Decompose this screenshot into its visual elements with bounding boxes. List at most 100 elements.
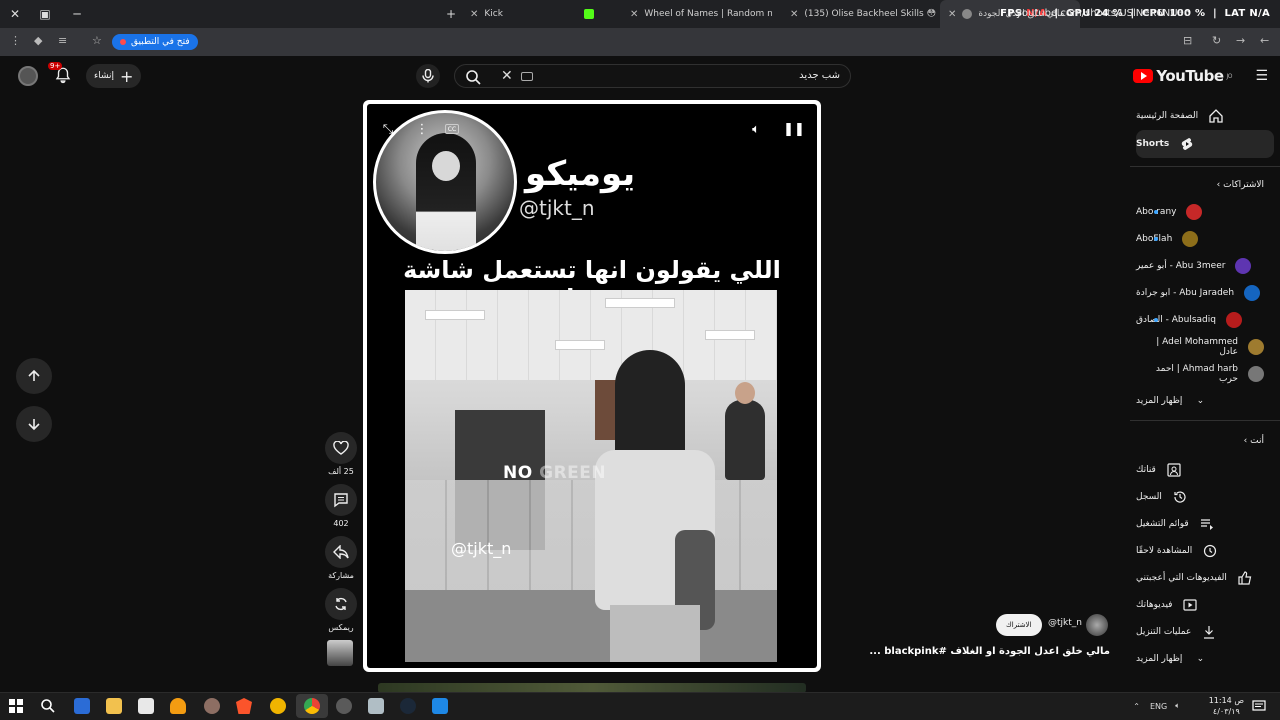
tab-search-icon[interactable]: ▣	[30, 0, 60, 28]
comments-button[interactable]: 402	[324, 484, 358, 528]
sidebar-item-watch-later[interactable]: المشاهدة لاحقًا	[1136, 537, 1274, 565]
chrome-icon[interactable]	[304, 698, 320, 714]
install-icon[interactable]: ⊟	[1183, 34, 1192, 47]
language-indicator[interactable]: ENG	[1150, 702, 1167, 711]
like-circle[interactable]	[325, 432, 357, 464]
file-explorer-icon[interactable]	[106, 698, 122, 714]
account-avatar[interactable]	[18, 66, 38, 86]
app-icon[interactable]	[368, 698, 384, 714]
remix-circle[interactable]	[325, 588, 357, 620]
steam-icon[interactable]	[400, 698, 416, 714]
volume-icon[interactable]: 🔈︎	[747, 120, 765, 138]
previous-short-button[interactable]	[16, 358, 52, 394]
clock[interactable]: 11:14 ص ٤/٠٣/١٩	[1209, 695, 1244, 717]
captions-icon[interactable]: CC	[445, 124, 459, 134]
close-window-icon[interactable]: ✕	[0, 0, 30, 28]
bookmark-star-icon[interactable]: ☆	[92, 34, 102, 47]
tab-kick[interactable]: ✕ Kick	[462, 0, 602, 28]
minimize-icon[interactable]: ─	[62, 0, 92, 28]
more-options-icon[interactable]: ⋮	[413, 120, 431, 138]
keyboard-icon[interactable]	[521, 72, 533, 81]
guide-menu-icon[interactable]: ☰	[1255, 68, 1268, 84]
you-heading[interactable]: أنت ›	[1244, 436, 1264, 446]
windows-start-icon[interactable]	[8, 698, 24, 714]
search-icon[interactable]	[465, 69, 483, 85]
search-input[interactable]: شب جديد	[799, 70, 840, 81]
subscriptions-heading[interactable]: الاشتراكات ›	[1217, 180, 1264, 190]
youtube-logo[interactable]: YouTube JO	[1133, 67, 1232, 85]
next-short-button[interactable]	[16, 406, 52, 442]
subscription-item[interactable]: AboFlah	[1136, 225, 1274, 253]
app-icon[interactable]	[204, 698, 220, 714]
notifications-tray-icon[interactable]	[1252, 698, 1268, 714]
tab-wheel-of-names[interactable]: ✕ Wheel of Names | Random nam	[622, 0, 772, 28]
app-icon[interactable]	[170, 698, 186, 714]
tab-close-icon[interactable]: ✕	[630, 9, 638, 20]
store-icon[interactable]	[138, 698, 154, 714]
app-icon[interactable]	[74, 698, 90, 714]
subscription-item[interactable]: Adel Mohammed | عادل	[1136, 333, 1274, 361]
share-circle[interactable]	[325, 536, 357, 568]
create-label: إنشاء	[94, 71, 115, 81]
sidebar-item-label: الصفحة الرئيسية	[1136, 111, 1199, 121]
voice-search-button[interactable]	[416, 64, 440, 88]
sidebar-item-label: السجل	[1136, 492, 1162, 502]
forward-icon[interactable]: →	[1236, 34, 1245, 47]
tab-close-icon[interactable]: ✕	[948, 9, 956, 20]
youtube-play-icon	[1133, 69, 1154, 83]
app-icon[interactable]	[432, 698, 448, 714]
app-icon[interactable]	[336, 698, 352, 714]
arrow-up-icon	[28, 369, 40, 381]
volume-tray-icon[interactable]: 🔈︎	[1175, 701, 1180, 711]
remix-button[interactable]: ريمكس	[324, 588, 358, 632]
show-more-subscriptions[interactable]: ⌄ إظهار المزيد	[1136, 387, 1274, 415]
search-box[interactable]: ✕ شب جديد	[454, 64, 851, 88]
channel-avatar[interactable]	[1086, 614, 1108, 636]
pause-icon[interactable]: ❚❚	[783, 120, 805, 138]
subscription-item[interactable]: Abulsadiq - الصادق	[1136, 306, 1274, 334]
sidebar-item-label: Shorts	[1136, 139, 1170, 149]
overlay-text: NO GREEN	[503, 463, 606, 483]
clear-search-icon[interactable]: ✕	[501, 68, 513, 84]
fullscreen-icon[interactable]: ⤡	[379, 120, 397, 138]
shorts-player[interactable]: ⤡ ⋮ CC 🔈︎ ❚❚ يوميكو @tjkt_n اللي يقولون …	[363, 100, 821, 672]
app-icon[interactable]	[270, 698, 286, 714]
notifications-button[interactable]: 9+	[48, 62, 72, 84]
like-button[interactable]: 25 ألف	[324, 432, 358, 476]
sidebar-item-history[interactable]: السجل	[1136, 483, 1274, 511]
comments-circle[interactable]	[325, 484, 357, 516]
extension-icon[interactable]: ◆	[34, 34, 42, 47]
overlay-green: GREEN	[539, 463, 607, 483]
subscription-item[interactable]: Abu 3meer - أبو عمير	[1136, 252, 1274, 280]
reading-list-icon[interactable]: ≡	[58, 34, 67, 47]
sidebar-item-liked-videos[interactable]: الفيديوهات التي أعجبتني	[1136, 564, 1274, 592]
subscription-item[interactable]: Abu Jaradeh - ابو جرادة	[1136, 279, 1274, 307]
subscription-item[interactable]: Ahmad harb | احمد حرب	[1136, 360, 1274, 388]
channel-name[interactable]: @tjkt_n	[1048, 618, 1082, 628]
tab-close-icon[interactable]: ✕	[790, 9, 798, 20]
sidebar-item-shorts[interactable]: Shorts	[1136, 130, 1274, 158]
back-icon[interactable]: ←	[1260, 34, 1269, 47]
video-frame[interactable]: ⤡ ⋮ CC 🔈︎ ❚❚ يوميكو @tjkt_n اللي يقولون …	[367, 104, 817, 668]
chevron-up-icon[interactable]: ⌃	[1133, 702, 1140, 711]
sidebar-item-your-channel[interactable]: قناتك	[1136, 456, 1274, 484]
search-icon[interactable]	[40, 698, 56, 714]
sidebar-item-your-videos[interactable]: فيديوهاتك	[1136, 591, 1274, 619]
open-in-app-button[interactable]: فتح في التطبيق	[112, 34, 198, 50]
menu-dots-icon[interactable]: ⋮	[10, 34, 21, 47]
share-button[interactable]: مشاركة	[324, 536, 358, 580]
sidebar-item-downloads[interactable]: عمليات التنزيل	[1136, 618, 1274, 646]
channel-avatar	[1225, 312, 1242, 328]
sidebar-item-home[interactable]: الصفحة الرئيسية	[1136, 102, 1274, 130]
url-field[interactable]: youtube.com/shorts/USlNeR6NU3o	[1016, 8, 1190, 19]
reload-icon[interactable]: ↻	[1212, 34, 1221, 47]
sidebar-item-playlists[interactable]: قوائم التشغيل	[1136, 510, 1274, 538]
tab-close-icon[interactable]: ✕	[470, 9, 478, 20]
show-more-you[interactable]: ⌄ إظهار المزيد	[1136, 645, 1274, 673]
sound-thumbnail[interactable]	[327, 640, 353, 666]
create-button[interactable]: إنشاء +	[86, 64, 142, 88]
short-title[interactable]: مالي خلق اعدل الجودة او الغلاف #blackpin…	[869, 646, 1110, 657]
tab-youtube-olise[interactable]: ✕ (135) Olise Backheel Skills 😳	[782, 0, 938, 28]
subscribe-button[interactable]: الاشتراك	[996, 614, 1042, 636]
subscription-item[interactable]: Abo rany	[1136, 198, 1274, 226]
